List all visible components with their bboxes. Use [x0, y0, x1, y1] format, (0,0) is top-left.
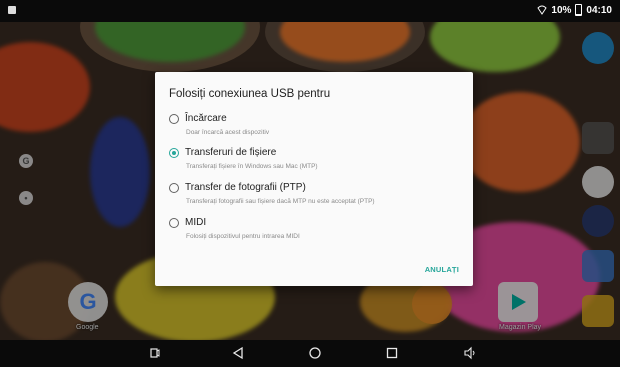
option-photo-transfer-description: Transferați fotografii sau fișiere dacă …: [186, 198, 375, 205]
option-midi-label: MIDI: [185, 217, 207, 228]
navigation-bar: [0, 340, 620, 367]
volume-icon[interactable]: [464, 346, 476, 360]
radio-photo-transfer[interactable]: [169, 183, 179, 193]
usb-connection-dialog: Folosiți conexiunea USB pentru Încărcare…: [155, 72, 473, 286]
option-charging-label: Încărcare: [185, 113, 227, 124]
clock: 04:10: [586, 4, 612, 16]
radio-charging[interactable]: [169, 114, 179, 124]
option-file-transfer-label: Transferuri de fișiere: [185, 147, 277, 158]
home-icon[interactable]: [308, 346, 322, 360]
recents-icon[interactable]: [386, 346, 398, 360]
radio-file-transfer[interactable]: [169, 148, 179, 158]
tablet-screen: 10% 04:10 G • G Google Magazin Play Folo…: [0, 0, 620, 367]
battery-icon: [575, 4, 583, 16]
option-midi-description: Folosiți dispozitivul pentru intrarea MI…: [186, 233, 300, 240]
status-icons: 10% 04:10: [537, 4, 612, 16]
wifi-icon: [537, 5, 548, 15]
dialog-title: Folosiți conexiunea USB pentru: [169, 88, 331, 100]
status-bar: 10% 04:10: [0, 0, 620, 22]
option-file-transfer-description: Transferați fișiere în Windows sau Mac (…: [186, 163, 318, 170]
radio-midi[interactable]: [169, 218, 179, 228]
screenshot-icon[interactable]: [150, 346, 160, 360]
option-charging-description: Doar încarcă acest dispozitiv: [186, 129, 270, 136]
option-photo-transfer-label: Transfer de fotografii (PTP): [185, 182, 306, 193]
cancel-button[interactable]: ANULAȚI: [425, 265, 459, 274]
back-icon[interactable]: [232, 346, 244, 360]
notification-icon: [8, 6, 16, 14]
battery-percent: 10%: [551, 4, 572, 16]
